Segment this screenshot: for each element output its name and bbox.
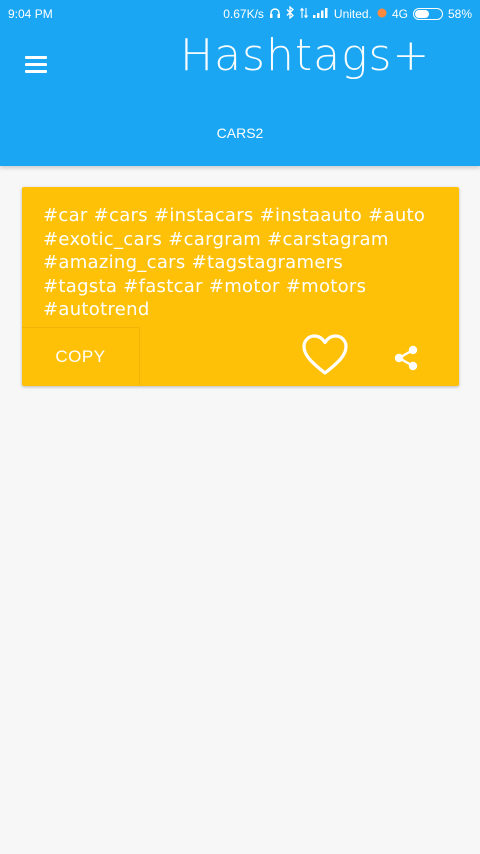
headphones-icon <box>269 7 281 22</box>
battery-icon <box>412 8 443 20</box>
hashtag-line: #exotic_cars #cargram #carstagram <box>43 228 389 250</box>
network-speed: 0.67K/s <box>223 7 264 21</box>
status-bar: 9:04 PM 0.67K/s United. 4G 58% <box>0 0 480 28</box>
data-transfer-icon <box>299 7 308 22</box>
battery-percent: 58% <box>447 7 472 21</box>
notification-dot-icon <box>377 7 387 21</box>
tab-label: CARS2 <box>216 125 264 141</box>
hashtag-card: #car #cars #instacars #instaauto #auto #… <box>22 187 459 386</box>
bluetooth-icon <box>286 5 295 22</box>
app-bar: 9:04 PM 0.67K/s United. 4G 58% Hashtags+… <box>0 0 480 166</box>
status-right: 0.67K/s United. 4G 58% <box>223 5 472 22</box>
hashtag-text: #car #cars #instacars #instaauto #auto #… <box>43 204 459 322</box>
hashtag-line: #autotrend <box>43 299 150 320</box>
status-time: 9:04 PM <box>8 7 53 21</box>
hashtag-line: #car #cars #instacars #instaauto #auto <box>43 205 426 226</box>
heart-outline-icon[interactable] <box>301 333 349 377</box>
carrier-name: United. <box>333 7 372 21</box>
network-type: 4G <box>391 7 408 21</box>
tab-cars2[interactable]: CARS2 <box>0 118 480 148</box>
app-title: Hashtags+ <box>180 30 431 81</box>
signal-strength-icon <box>312 7 329 21</box>
battery-fill <box>414 10 429 18</box>
share-icon[interactable] <box>391 343 421 373</box>
hamburger-menu-icon[interactable] <box>22 50 52 80</box>
hashtag-line: #tagsta #fastcar #motor #motors <box>43 275 367 297</box>
copy-button[interactable]: COPY <box>22 327 140 385</box>
hashtag-line: #amazing_cars #tagstagramers <box>43 252 344 273</box>
